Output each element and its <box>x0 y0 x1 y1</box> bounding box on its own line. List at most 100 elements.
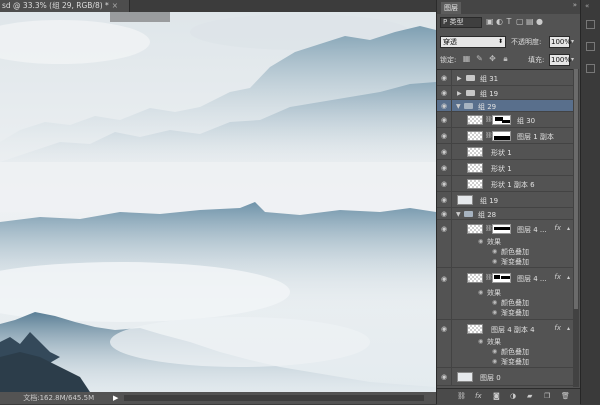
layer-row[interactable]: ◉ ⛓ 组 30 <box>437 112 573 128</box>
layer-row[interactable]: ◉ 组 19 <box>437 192 573 208</box>
link-layers-icon[interactable]: ⛓ <box>457 392 466 400</box>
document-tab[interactable]: sd @ 33.3% (组 29, RGB/8) * × <box>0 0 130 12</box>
visibility-eye-icon[interactable]: ◉ <box>441 275 447 283</box>
layer-thumbnail[interactable] <box>467 131 483 141</box>
effects-toggle-icon[interactable]: ▴ <box>567 325 570 332</box>
visibility-eye-icon[interactable]: ◉ <box>441 196 447 204</box>
visibility-eye-icon[interactable]: ◉ <box>441 180 447 188</box>
effect-eye-icon[interactable]: ◉ <box>492 248 497 255</box>
layer-mask-thumbnail[interactable] <box>492 131 511 141</box>
adjustment-filter-icon[interactable]: ◐ <box>496 17 506 26</box>
expand-arrow-icon[interactable]: ▶ <box>457 90 462 97</box>
canvas[interactable] <box>0 12 436 392</box>
opacity-input[interactable]: 100% <box>549 36 571 48</box>
blend-mode-select[interactable]: 穿透 ⬍ <box>440 36 506 48</box>
effects-toggle-icon[interactable]: ▴ <box>567 225 570 232</box>
expand-panels-icon[interactable]: « <box>585 2 589 10</box>
collapse-arrow-icon[interactable]: ▼ <box>456 211 461 218</box>
panel-toggle-icon[interactable] <box>586 42 595 51</box>
fx-icon[interactable]: fx <box>554 324 561 332</box>
layer-row[interactable]: ◉ ▶ 组 19 <box>437 86 573 100</box>
new-layer-icon[interactable]: ❐ <box>544 392 550 400</box>
layer-row-selected[interactable]: ◉ ▼ 组 29 <box>437 100 573 112</box>
visibility-eye-icon[interactable]: ◉ <box>441 148 447 156</box>
layer-row[interactable]: ◉ 形状 1 <box>437 144 573 160</box>
layer-mask-thumbnail[interactable] <box>492 224 511 234</box>
visibility-eye-icon[interactable]: ◉ <box>441 373 447 381</box>
layer-row[interactable]: ◉ 形状 1 副本 6 <box>437 176 573 192</box>
horizontal-scrollbar[interactable] <box>124 395 424 401</box>
panel-toggle-icon[interactable] <box>586 64 595 73</box>
shape-filter-icon[interactable]: ▢ <box>516 17 526 26</box>
collapse-panel-icon[interactable]: » <box>573 1 577 9</box>
effect-item[interactable]: 渐变叠加 <box>501 357 529 367</box>
layers-scrollbar[interactable] <box>573 69 579 387</box>
smart-object-filter-icon[interactable]: ▤ <box>526 17 536 26</box>
lock-image-icon[interactable]: ✎ <box>473 54 486 63</box>
collapse-arrow-icon[interactable]: ▼ <box>456 103 461 110</box>
lock-all-icon[interactable]: 🔒︎ <box>499 54 512 64</box>
visibility-eye-icon[interactable]: ◉ <box>441 164 447 172</box>
effect-eye-icon[interactable]: ◉ <box>492 358 497 365</box>
panel-toggle-icon[interactable] <box>586 20 595 29</box>
new-group-icon[interactable]: ▰ <box>527 392 532 400</box>
fill-input[interactable]: 100% <box>549 54 571 66</box>
tab-close-icon[interactable]: × <box>112 1 118 10</box>
scrollbar-thumb[interactable] <box>574 69 578 309</box>
effect-item[interactable]: 渐变叠加 <box>501 308 529 318</box>
layer-thumbnail[interactable] <box>467 163 483 173</box>
visibility-eye-icon[interactable]: ◉ <box>441 89 447 97</box>
add-mask-icon[interactable]: ◙ <box>493 392 500 400</box>
trash-icon[interactable]: 🗑︎ <box>561 392 570 400</box>
layer-thumbnail[interactable] <box>467 147 483 157</box>
effects-eye-icon[interactable]: ◉ <box>478 238 483 245</box>
layer-thumbnail[interactable] <box>467 179 483 189</box>
fx-icon[interactable]: fx <box>554 224 561 232</box>
expand-arrow-icon[interactable]: ▶ <box>457 75 462 82</box>
layer-row[interactable]: ◉ ▼ 组 28 <box>437 208 573 220</box>
layers-panel-tab[interactable]: 图层 <box>441 2 461 14</box>
effect-item[interactable]: 颜色叠加 <box>501 247 529 257</box>
visibility-eye-icon[interactable]: ◉ <box>441 210 447 218</box>
effect-eye-icon[interactable]: ◉ <box>492 299 497 306</box>
effect-eye-icon[interactable]: ◉ <box>492 309 497 316</box>
layer-thumbnail[interactable] <box>457 372 473 382</box>
layer-row[interactable]: ◉ ⛓ 图层 4 ... fx ▴ ◉ 效果 ◉ 颜色叠加 ◉ 渐变叠加 <box>437 220 573 268</box>
visibility-eye-icon[interactable]: ◉ <box>441 116 447 124</box>
effects-eye-icon[interactable]: ◉ <box>478 289 483 296</box>
effects-toggle-icon[interactable]: ▴ <box>567 274 570 281</box>
status-menu-arrow-icon[interactable]: ▶ <box>113 392 118 404</box>
layer-mask-thumbnail[interactable] <box>492 115 511 125</box>
visibility-eye-icon[interactable]: ◉ <box>441 74 447 82</box>
lock-transparent-icon[interactable]: ▦ <box>460 54 473 63</box>
layer-row[interactable]: ◉ 图层 4 副本 4 fx ▴ ◉ 效果 ◉ 颜色叠加 ◉ 渐变叠加 <box>437 320 573 368</box>
effect-item[interactable]: 颜色叠加 <box>501 298 529 308</box>
visibility-eye-icon[interactable]: ◉ <box>441 132 447 140</box>
effect-item[interactable]: 渐变叠加 <box>501 257 529 267</box>
opacity-slider-arrow-icon[interactable]: ▾ <box>571 36 579 48</box>
adjustment-layer-icon[interactable]: ◑ <box>510 392 516 400</box>
pixel-filter-icon[interactable]: ▣ <box>486 17 496 26</box>
layer-row[interactable]: ◉ 形状 1 <box>437 160 573 176</box>
fx-icon[interactable]: fx <box>554 273 561 281</box>
layer-row[interactable]: ◉ ⛓ 图层 4 ... fx ▴ ◉ 效果 ◉ 颜色叠加 ◉ 渐变叠加 <box>437 268 573 320</box>
layer-thumbnail[interactable] <box>467 273 483 283</box>
layer-thumbnail[interactable] <box>467 224 483 234</box>
layer-thumbnail[interactable] <box>457 195 473 205</box>
lock-position-icon[interactable]: ✥ <box>486 54 499 63</box>
layer-row[interactable]: ◉ ▶ 组 31 <box>437 70 573 86</box>
layer-thumbnail[interactable] <box>467 324 483 334</box>
add-fx-icon[interactable]: fx <box>475 392 482 400</box>
layer-row[interactable]: ◉ 图层 0 <box>437 368 573 386</box>
fill-slider-arrow-icon[interactable]: ▾ <box>571 54 579 66</box>
effects-eye-icon[interactable]: ◉ <box>478 338 483 345</box>
effect-item[interactable]: 颜色叠加 <box>501 347 529 357</box>
effect-eye-icon[interactable]: ◉ <box>492 258 497 265</box>
layer-row[interactable]: ◉ ⛓ 图层 1 副本 <box>437 128 573 144</box>
filter-toggle-icon[interactable]: ● <box>536 17 546 26</box>
layer-mask-thumbnail[interactable] <box>492 273 511 283</box>
visibility-eye-icon[interactable]: ◉ <box>441 325 447 333</box>
effect-eye-icon[interactable]: ◉ <box>492 348 497 355</box>
filter-kind-select[interactable]: P 类型 <box>440 17 482 28</box>
layer-thumbnail[interactable] <box>467 115 483 125</box>
